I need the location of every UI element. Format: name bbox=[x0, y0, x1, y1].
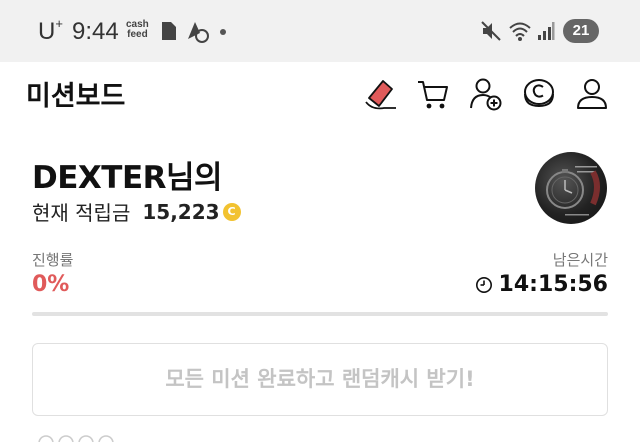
progress-value: 0% bbox=[32, 272, 70, 297]
cashdrop-icon bbox=[188, 22, 209, 43]
remaining-time-label: 남은시간 bbox=[552, 251, 608, 269]
battery-icon: 21 bbox=[563, 19, 599, 43]
coin-badge-icon: C bbox=[222, 202, 241, 221]
status-time: 9:44 bbox=[72, 18, 119, 45]
progress-label: 진행률 bbox=[32, 251, 74, 269]
dot-icon bbox=[220, 29, 226, 35]
profile-icon[interactable] bbox=[574, 76, 610, 112]
user-greeting: DEXTER님의 bbox=[32, 160, 223, 196]
points-value: 15,223 bbox=[142, 199, 220, 224]
app-notification-icon bbox=[162, 22, 176, 40]
points-label: 현재 적립금 bbox=[32, 201, 131, 225]
signal-icon bbox=[538, 22, 555, 40]
clock-icon bbox=[475, 276, 492, 293]
page-title: 미션보드 bbox=[26, 81, 126, 112]
coin-icon[interactable] bbox=[521, 76, 557, 112]
claim-random-cash-button[interactable]: 모든 미션 완료하고 랜덤캐시 받기! bbox=[32, 343, 608, 416]
remaining-time-value: 14:15:56 bbox=[498, 272, 608, 297]
points-row: 현재 적립금 15,223 C bbox=[32, 197, 241, 226]
next-section-peek bbox=[38, 435, 114, 442]
ticket-icon[interactable] bbox=[362, 76, 398, 112]
add-friend-icon[interactable] bbox=[468, 76, 504, 112]
mute-icon bbox=[481, 21, 501, 41]
remaining-time-row: 14:15:56 bbox=[475, 272, 608, 297]
avatar[interactable] bbox=[535, 152, 607, 224]
carrier-label: U+ bbox=[38, 16, 63, 45]
wifi-icon bbox=[509, 22, 531, 41]
status-bar: U+ 9:44 cash feed 21 bbox=[0, 0, 640, 62]
avatar-clock-image bbox=[546, 166, 600, 216]
progress-bar bbox=[32, 312, 608, 316]
cashfeed-icon: cash feed bbox=[126, 19, 149, 40]
cart-icon[interactable] bbox=[415, 76, 451, 112]
